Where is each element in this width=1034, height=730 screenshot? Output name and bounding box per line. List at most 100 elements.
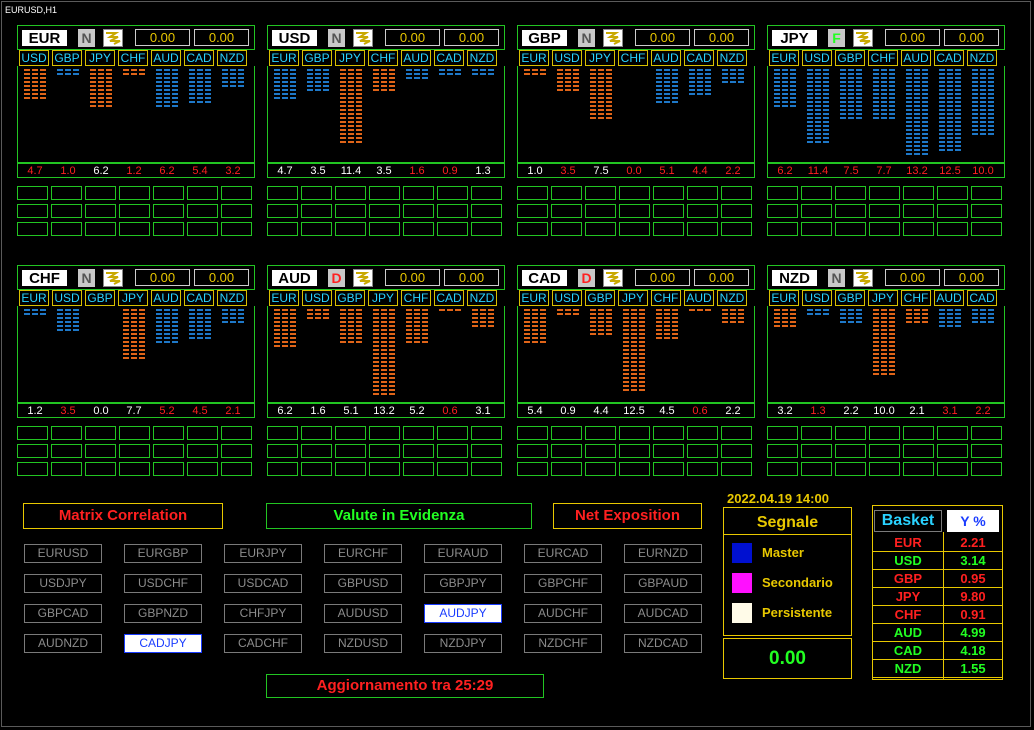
- tab-cad[interactable]: CAD: [184, 50, 214, 66]
- pair-button-gbpjpy[interactable]: GBPJPY: [424, 574, 502, 593]
- pair-button-audchf[interactable]: AUDCHF: [524, 604, 602, 623]
- pair-button-nzdjpy[interactable]: NZDJPY: [424, 634, 502, 653]
- net-exposition-button[interactable]: Net Exposition: [553, 503, 702, 529]
- tab-usd[interactable]: USD: [19, 50, 49, 66]
- tab-gbp[interactable]: GBP: [302, 50, 332, 66]
- tab-usd[interactable]: USD: [802, 290, 832, 306]
- tab-chf[interactable]: CHF: [368, 50, 398, 66]
- pair-button-eurusd[interactable]: EURUSD: [24, 544, 102, 563]
- tab-nzd[interactable]: NZD: [467, 50, 497, 66]
- tab-aud[interactable]: AUD: [934, 290, 964, 306]
- tab-aud[interactable]: AUD: [901, 50, 931, 66]
- tab-chf[interactable]: CHF: [618, 50, 648, 66]
- tab-gbp[interactable]: GBP: [335, 290, 365, 306]
- pair-button-nzdusd[interactable]: NZDUSD: [324, 634, 402, 653]
- tab-jpy[interactable]: JPY: [868, 290, 898, 306]
- pair-button-usdjpy[interactable]: USDJPY: [24, 574, 102, 593]
- pair-button-euraud[interactable]: EURAUD: [424, 544, 502, 563]
- pair-button-eurcad[interactable]: EURCAD: [524, 544, 602, 563]
- pair-button-cadchf[interactable]: CADCHF: [224, 634, 302, 653]
- tab-eur[interactable]: EUR: [769, 50, 799, 66]
- tab-aud[interactable]: AUD: [401, 50, 431, 66]
- bar-segment: [639, 349, 645, 351]
- pair-button-gbpchf[interactable]: GBPCHF: [524, 574, 602, 593]
- tab-chf[interactable]: CHF: [901, 290, 931, 306]
- tab-chf[interactable]: CHF: [651, 290, 681, 306]
- tab-aud[interactable]: AUD: [684, 290, 714, 306]
- tab-aud[interactable]: AUD: [151, 290, 181, 306]
- tab-eur[interactable]: EUR: [269, 50, 299, 66]
- trend-chart-icon[interactable]: [103, 29, 123, 47]
- pair-button-usdchf[interactable]: USDCHF: [124, 574, 202, 593]
- valute-evidenza-button[interactable]: Valute in Evidenza: [266, 503, 532, 529]
- tab-gbp[interactable]: GBP: [52, 50, 82, 66]
- tab-jpy[interactable]: JPY: [335, 50, 365, 66]
- pair-button-audusd[interactable]: AUDUSD: [324, 604, 402, 623]
- tab-eur[interactable]: EUR: [19, 290, 49, 306]
- tab-aud[interactable]: AUD: [651, 50, 681, 66]
- tab-usd[interactable]: USD: [552, 290, 582, 306]
- trend-chart-icon[interactable]: [603, 269, 623, 287]
- tab-usd[interactable]: USD: [52, 290, 82, 306]
- pair-button-eurgbp[interactable]: EURGBP: [124, 544, 202, 563]
- matrix-correlation-button[interactable]: Matrix Correlation: [23, 503, 223, 529]
- tab-nzd[interactable]: NZD: [217, 50, 247, 66]
- tab-eur[interactable]: EUR: [519, 50, 549, 66]
- trend-chart-icon[interactable]: [103, 269, 123, 287]
- bar-segment: [730, 309, 736, 311]
- tab-nzd[interactable]: NZD: [967, 50, 997, 66]
- tab-cad[interactable]: CAD: [434, 50, 464, 66]
- bar-segment: [422, 333, 428, 335]
- tab-chf[interactable]: CHF: [401, 290, 431, 306]
- pair-button-gbpnzd[interactable]: GBPNZD: [124, 604, 202, 623]
- tab-cad[interactable]: CAD: [184, 290, 214, 306]
- pair-button-gbpcad[interactable]: GBPCAD: [24, 604, 102, 623]
- tab-cad[interactable]: CAD: [684, 50, 714, 66]
- trend-chart-icon[interactable]: [853, 269, 873, 287]
- pair-button-audjpy[interactable]: AUDJPY: [424, 604, 502, 623]
- tab-cad[interactable]: CAD: [967, 290, 997, 306]
- tab-chf[interactable]: CHF: [118, 50, 148, 66]
- tab-gbp[interactable]: GBP: [85, 290, 115, 306]
- tab-usd[interactable]: USD: [302, 290, 332, 306]
- tab-jpy[interactable]: JPY: [85, 50, 115, 66]
- pair-button-eurchf[interactable]: EURCHF: [324, 544, 402, 563]
- tab-gbp[interactable]: GBP: [585, 290, 615, 306]
- pair-button-cadjpy[interactable]: CADJPY: [124, 634, 202, 653]
- pair-button-audcad[interactable]: AUDCAD: [624, 604, 702, 623]
- pair-button-nzdchf[interactable]: NZDCHF: [524, 634, 602, 653]
- tab-nzd[interactable]: NZD: [717, 290, 747, 306]
- tab-eur[interactable]: EUR: [269, 290, 299, 306]
- tab-jpy[interactable]: JPY: [118, 290, 148, 306]
- pair-button-nzdcad[interactable]: NZDCAD: [624, 634, 702, 653]
- tab-jpy[interactable]: JPY: [585, 50, 615, 66]
- pair-button-usdcad[interactable]: USDCAD: [224, 574, 302, 593]
- trend-chart-icon[interactable]: [353, 269, 373, 287]
- tab-eur[interactable]: EUR: [519, 290, 549, 306]
- tab-nzd[interactable]: NZD: [217, 290, 247, 306]
- pair-button-gbpusd[interactable]: GBPUSD: [324, 574, 402, 593]
- tab-cad[interactable]: CAD: [934, 50, 964, 66]
- tab-jpy[interactable]: JPY: [368, 290, 398, 306]
- signal-cell: [551, 462, 582, 476]
- tab-usd[interactable]: USD: [552, 50, 582, 66]
- tab-cad[interactable]: CAD: [434, 290, 464, 306]
- pair-button-eurjpy[interactable]: EURJPY: [224, 544, 302, 563]
- tab-jpy[interactable]: JPY: [618, 290, 648, 306]
- tab-usd[interactable]: USD: [802, 50, 832, 66]
- tab-nzd[interactable]: NZD: [717, 50, 747, 66]
- pair-button-audnzd[interactable]: AUDNZD: [24, 634, 102, 653]
- trend-chart-icon[interactable]: [853, 29, 873, 47]
- tab-gbp[interactable]: GBP: [835, 50, 865, 66]
- tab-aud[interactable]: AUD: [151, 50, 181, 66]
- trend-chart-icon[interactable]: [353, 29, 373, 47]
- basket-currency: GBP: [893, 571, 923, 586]
- pair-button-gbpaud[interactable]: GBPAUD: [624, 574, 702, 593]
- pair-button-eurnzd[interactable]: EURNZD: [624, 544, 702, 563]
- tab-chf[interactable]: CHF: [868, 50, 898, 66]
- tab-nzd[interactable]: NZD: [467, 290, 497, 306]
- trend-chart-icon[interactable]: [603, 29, 623, 47]
- pair-button-chfjpy[interactable]: CHFJPY: [224, 604, 302, 623]
- tab-eur[interactable]: EUR: [769, 290, 799, 306]
- tab-gbp[interactable]: GBP: [835, 290, 865, 306]
